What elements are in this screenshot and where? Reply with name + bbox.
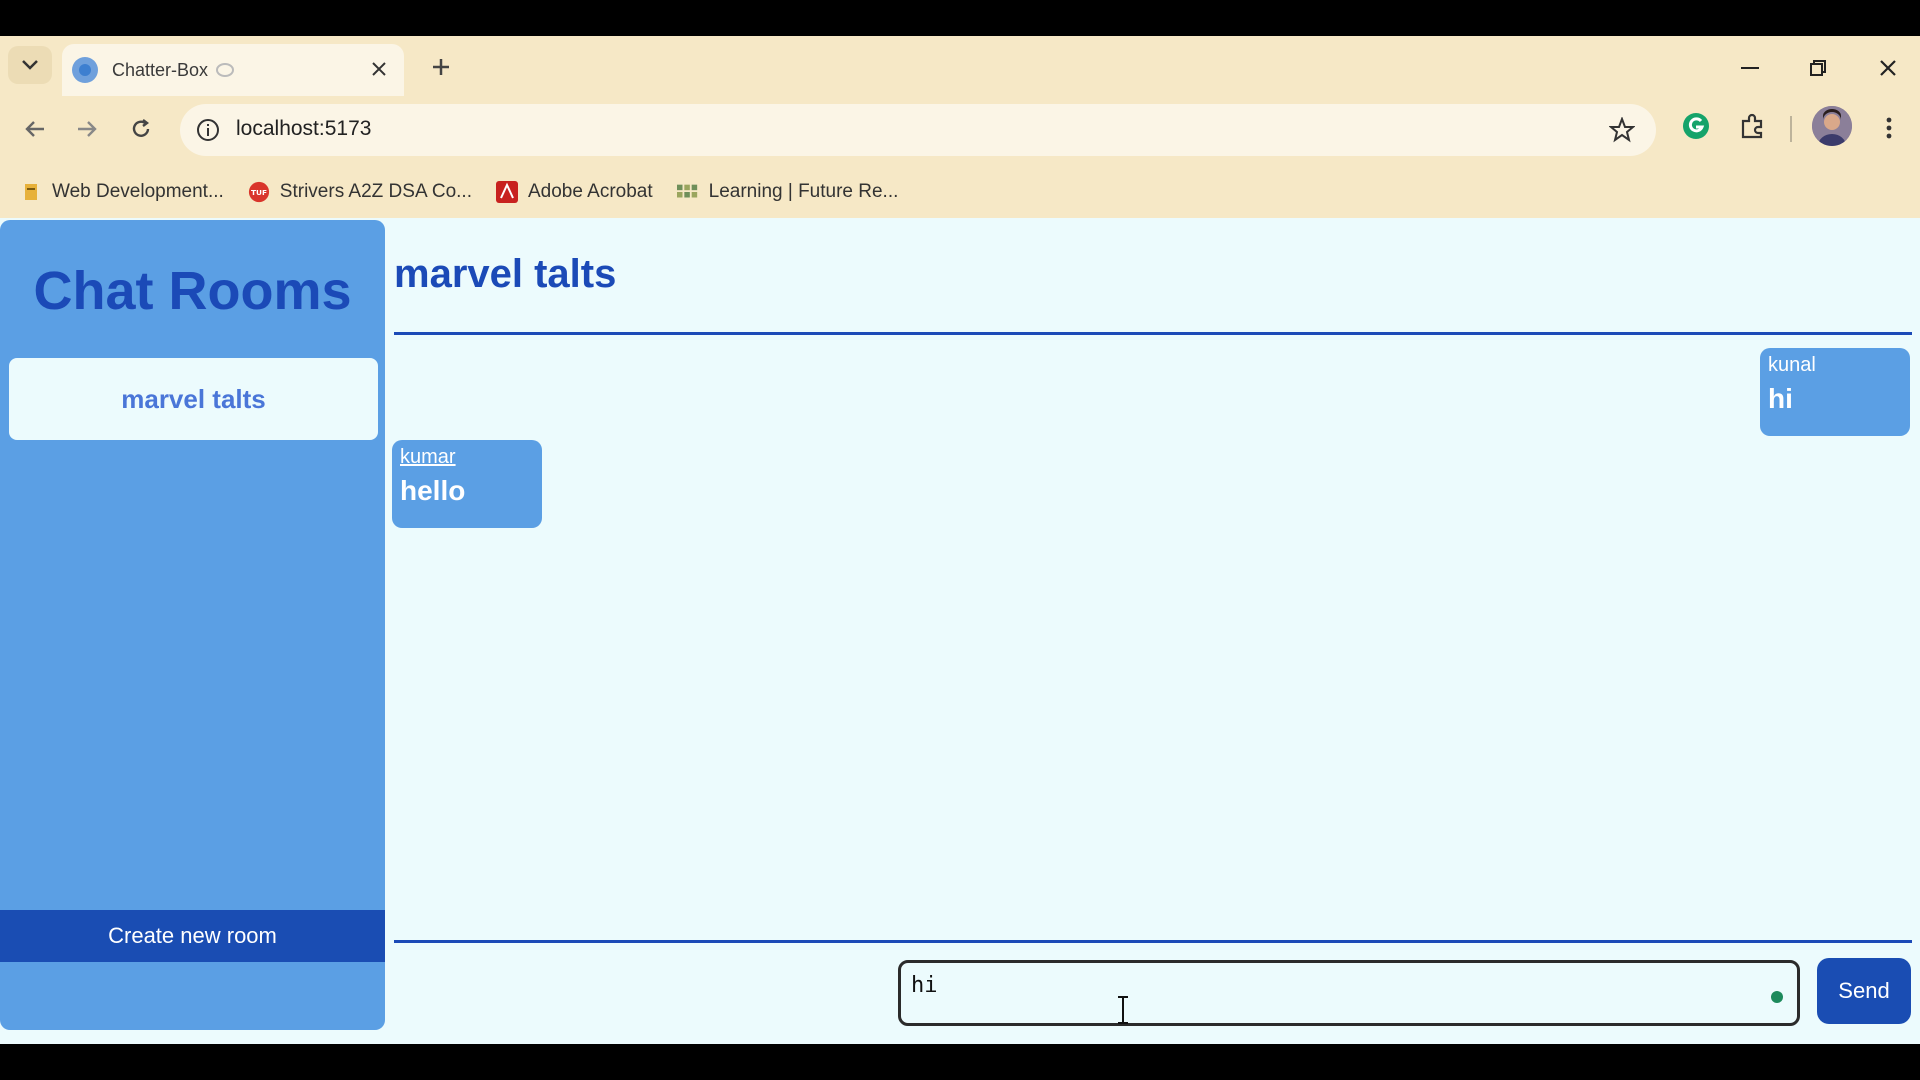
window-close-button[interactable]: [1868, 48, 1908, 88]
message-text: hi: [1768, 383, 1793, 414]
message-bubble: kumar hello: [392, 440, 542, 528]
message-username[interactable]: kumar: [400, 446, 534, 469]
message-bubble: kunal hi: [1760, 348, 1910, 436]
reload-button[interactable]: [120, 108, 162, 150]
profile-avatar[interactable]: [1812, 106, 1852, 146]
grid-favicon-icon: [676, 181, 699, 203]
avatar-icon: [1812, 106, 1852, 146]
chevron-down-icon: [22, 60, 38, 70]
tab-title: Chatter-Box: [112, 59, 209, 80]
send-button[interactable]: Send: [1817, 958, 1911, 1024]
bookmarks-bar: Web Development... TUF Strivers A2Z DSA …: [0, 166, 1920, 218]
screen: { "browser": { "tab": { "title": "Chatte…: [0, 0, 1920, 1080]
chat-rooms-sidebar: Chat Rooms marvel talts Create new room: [0, 220, 385, 1030]
address-bar[interactable]: localhost:5173: [180, 104, 1656, 156]
star-icon: [1609, 117, 1635, 143]
grammarly-icon: [1683, 113, 1709, 139]
room-title: marvel talts: [394, 252, 617, 296]
bookmark-label: Strivers A2Z DSA Co...: [279, 181, 472, 202]
arrow-right-icon: [78, 121, 97, 137]
create-room-button[interactable]: Create new room: [0, 910, 385, 962]
bookmark-label: Web Development...: [52, 181, 224, 202]
speech-bubble-icon: [216, 63, 235, 77]
chat-favicon-icon: [72, 57, 98, 83]
tab-chatter-box[interactable]: Chatter-Box: [62, 44, 404, 96]
site-info-button[interactable]: [192, 114, 224, 146]
info-icon: [197, 119, 219, 141]
kebab-icon: [1886, 117, 1892, 139]
bookmark-strivers[interactable]: TUF Strivers A2Z DSA Co...: [248, 181, 472, 203]
toolbar-divider: [1790, 116, 1792, 142]
minimize-button[interactable]: [1730, 48, 1770, 88]
bookmark-adobe-acrobat[interactable]: Adobe Acrobat: [495, 181, 653, 203]
bookmark-favicon-icon: [20, 181, 42, 203]
browser-menu-button[interactable]: [1872, 108, 1906, 148]
message-text: hello: [400, 475, 466, 506]
puzzle-icon: [1741, 113, 1763, 139]
svg-text:TUF: TUF: [251, 188, 267, 197]
url-text[interactable]: localhost:5173: [236, 117, 371, 141]
message-input[interactable]: hi: [898, 960, 1800, 1026]
restore-button[interactable]: [1798, 48, 1838, 88]
bookmark-label: Adobe Acrobat: [527, 181, 653, 202]
restore-icon: [1810, 60, 1826, 76]
reload-icon: [132, 119, 150, 137]
tuf-icon: TUF: [248, 181, 270, 203]
close-icon: [1880, 60, 1896, 76]
new-tab-button[interactable]: [424, 50, 458, 84]
top-black-bar: [0, 0, 1920, 36]
bookmark-label: Learning | Future Re...: [708, 181, 899, 202]
message-username: kunal: [1768, 354, 1816, 376]
extensions-button[interactable]: [1734, 108, 1770, 144]
message-input-value: hi: [911, 973, 938, 998]
grammarly-extension-button[interactable]: [1678, 108, 1714, 144]
navigation-bar: localhost:5173: [0, 96, 1920, 166]
text-cursor-icon: [1118, 996, 1128, 1024]
bookmark-star-button[interactable]: [1606, 114, 1638, 146]
forward-button[interactable]: [66, 108, 108, 150]
chat-panel: marvel talts kunal hi kumar hello hi Sen…: [392, 218, 1912, 1044]
bottom-black-bar: [0, 1044, 1920, 1080]
tab-close-button[interactable]: [366, 56, 392, 82]
browser-chrome: Chatter-Box localhost:5173 Web Developme…: [0, 36, 1920, 218]
minimize-icon: [1741, 67, 1759, 69]
arrow-left-icon: [25, 121, 44, 137]
room-item-marvel-talts[interactable]: marvel talts: [9, 358, 378, 440]
header-divider: [394, 332, 1912, 335]
chat-app: Chat Rooms marvel talts Create new room …: [0, 218, 1920, 1044]
bookmark-web-development[interactable]: Web Development...: [20, 181, 224, 203]
bookmark-learning[interactable]: Learning | Future Re...: [676, 181, 899, 203]
plus-icon: [433, 59, 449, 75]
close-icon: [372, 62, 386, 76]
back-button[interactable]: [14, 108, 56, 150]
sidebar-title: Chat Rooms: [33, 261, 352, 321]
tab-strip: Chatter-Box: [0, 36, 1920, 96]
tab-search-button[interactable]: [8, 46, 52, 84]
grammarly-status-icon: [1771, 991, 1783, 1003]
composer-divider: [394, 940, 1912, 943]
acrobat-icon: [495, 181, 518, 203]
